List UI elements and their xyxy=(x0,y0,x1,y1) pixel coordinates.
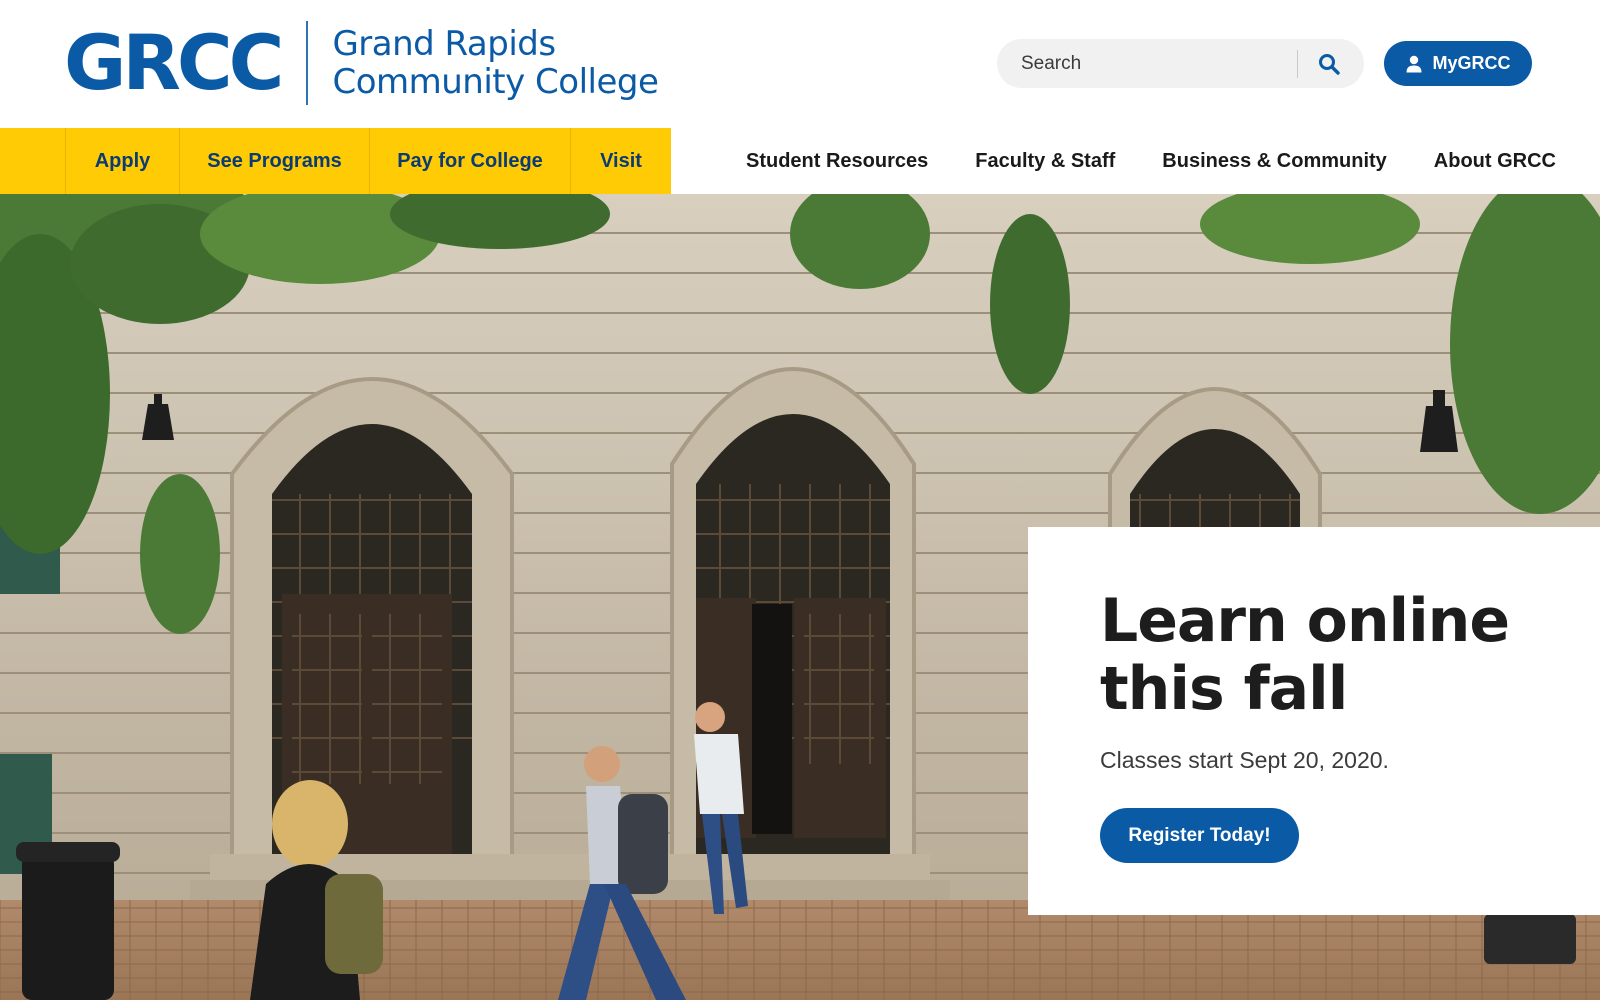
site-header: GRCC Grand Rapids Community College MyGR… xyxy=(0,0,1600,128)
nav-see-programs[interactable]: See Programs xyxy=(180,128,370,194)
search-input[interactable] xyxy=(997,39,1297,88)
nav-about-grcc[interactable]: About GRCC xyxy=(1434,150,1556,173)
mygrcc-button[interactable]: MyGRCC xyxy=(1384,41,1532,86)
logo-wordmark: Grand Rapids Community College xyxy=(332,25,658,101)
hero-headline: Learn online this fall xyxy=(1100,586,1510,724)
logo-mark: GRCC xyxy=(64,18,284,107)
logo-line-1: Grand Rapids xyxy=(332,24,556,64)
logo-line-2: Community College xyxy=(332,62,659,102)
nav-pay-for-college[interactable]: Pay for College xyxy=(370,128,571,194)
user-icon xyxy=(1406,55,1422,72)
nav-visit[interactable]: Visit xyxy=(571,128,671,194)
secondary-nav: Student Resources Faculty & Staff Busine… xyxy=(746,128,1556,194)
trash-can-left xyxy=(16,842,120,1000)
register-today-button[interactable]: Register Today! xyxy=(1100,808,1299,863)
nav-faculty-staff[interactable]: Faculty & Staff xyxy=(975,150,1115,173)
primary-nav: Apply See Programs Pay for College Visit xyxy=(0,128,671,194)
hero-section: Learn online this fall Classes start Sep… xyxy=(0,194,1600,1000)
nav-spacer xyxy=(0,128,66,194)
hero-subtext: Classes start Sept 20, 2020. xyxy=(1100,747,1389,773)
search-button[interactable] xyxy=(1298,39,1360,88)
search-bar xyxy=(997,39,1364,88)
grcc-logo[interactable]: GRCC Grand Rapids Community College xyxy=(64,18,659,108)
mygrcc-label: MyGRCC xyxy=(1432,53,1511,73)
nav-student-resources[interactable]: Student Resources xyxy=(746,150,928,173)
search-icon xyxy=(1319,53,1340,75)
hero-card: Learn online this fall Classes start Sep… xyxy=(1028,527,1600,915)
nav-business-community[interactable]: Business & Community xyxy=(1162,150,1386,173)
nav-apply[interactable]: Apply xyxy=(66,128,180,194)
logo-divider xyxy=(306,21,309,105)
